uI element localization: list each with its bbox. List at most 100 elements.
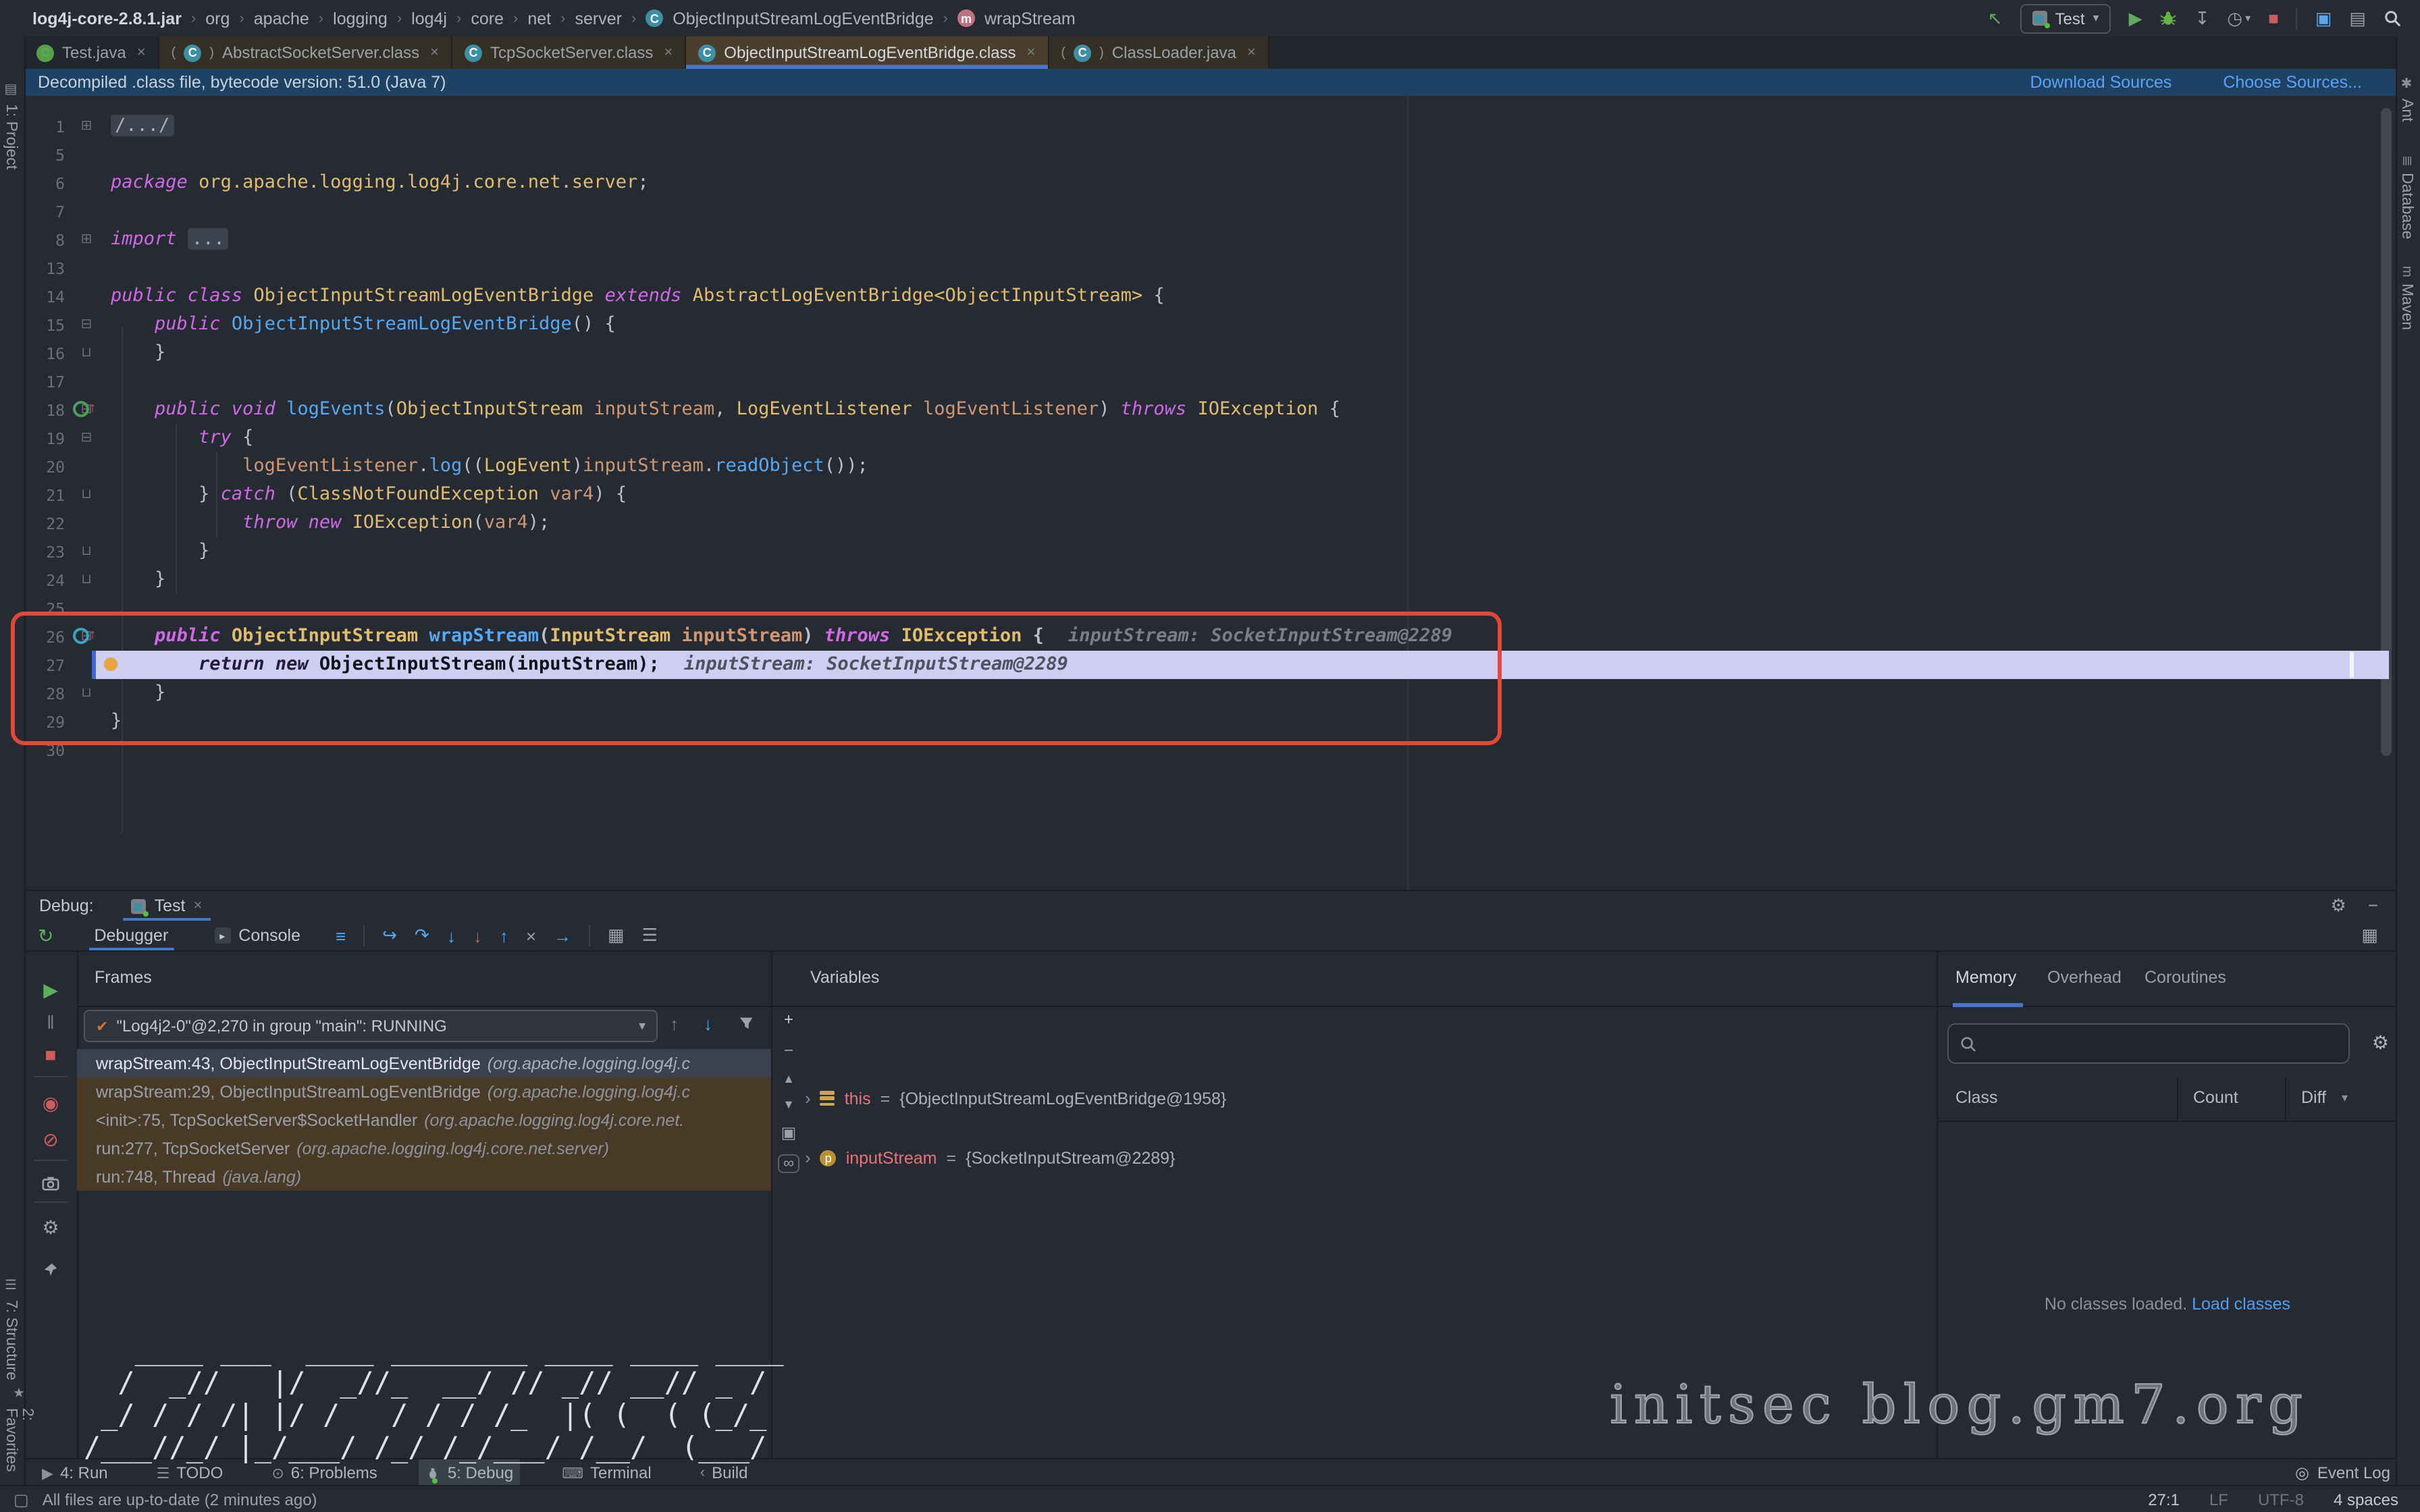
resume-icon[interactable]: ▶ bbox=[24, 980, 77, 999]
chevron-right-icon[interactable]: › bbox=[805, 1088, 811, 1108]
view-breakpoints-icon[interactable]: ◉ bbox=[24, 1094, 77, 1112]
close-icon[interactable]: × bbox=[1247, 45, 1256, 61]
toolwindow-item-todo[interactable]: ☰TODO bbox=[150, 1459, 230, 1486]
close-icon[interactable]: × bbox=[1027, 45, 1036, 61]
code-line[interactable]: 26⊟↑public ObjectInputStream wrapStream(… bbox=[24, 622, 2397, 651]
code-line[interactable]: 22throw new IOException(var4); bbox=[24, 509, 2397, 537]
settings-gear-icon[interactable]: ⚙ bbox=[2331, 895, 2346, 917]
code-line[interactable]: 8⊞import ... bbox=[24, 225, 2397, 254]
fold-icon[interactable]: ⊔ bbox=[76, 346, 97, 360]
breadcrumb-item[interactable]: org bbox=[205, 9, 230, 28]
debug-session-tab[interactable]: Test × bbox=[124, 891, 211, 921]
close-icon[interactable]: × bbox=[430, 45, 439, 61]
toolwindow-toggle-icon[interactable]: ▢ bbox=[14, 1490, 29, 1509]
column-class[interactable]: Class bbox=[1955, 1088, 1998, 1107]
breadcrumb-item[interactable]: server bbox=[575, 9, 621, 28]
step-out-icon[interactable]: ↑ bbox=[500, 925, 508, 946]
evaluate-expression-icon[interactable]: ▦ bbox=[608, 925, 625, 946]
tab-memory[interactable]: Memory bbox=[1955, 968, 2016, 987]
hide-panel-icon[interactable]: − bbox=[2368, 895, 2378, 917]
code-line[interactable]: 29} bbox=[24, 707, 2397, 736]
download-sources-link[interactable]: Download Sources bbox=[2030, 73, 2172, 92]
run-config-selector[interactable]: Test ▾ bbox=[2020, 3, 2111, 33]
show-watches-icon[interactable]: ∞ bbox=[778, 1154, 799, 1173]
move-watch-down-icon[interactable]: ▼ bbox=[783, 1098, 795, 1111]
code-line[interactable]: 18⊟↑public void logEvents(ObjectInputStr… bbox=[24, 396, 2397, 424]
next-frame-icon[interactable]: ↓ bbox=[704, 1014, 712, 1034]
thread-selector[interactable]: ✔ "Log4j2-0"@2,270 in group "main": RUNN… bbox=[84, 1010, 658, 1042]
pause-icon[interactable]: ‖ bbox=[24, 1013, 77, 1031]
code-line[interactable]: 5 bbox=[24, 140, 2397, 169]
code-line[interactable]: 16⊔} bbox=[24, 339, 2397, 367]
breadcrumb-item[interactable]: net bbox=[527, 9, 551, 28]
implementing-method-icon[interactable]: ↑ bbox=[73, 628, 96, 644]
file-encoding[interactable]: UTF-8 bbox=[2258, 1490, 2304, 1509]
add-watch-icon[interactable]: + bbox=[784, 1010, 793, 1029]
breadcrumb-class[interactable]: ObjectInputStreamLogEventBridge bbox=[673, 9, 933, 28]
force-step-into-icon[interactable]: ↓ bbox=[473, 925, 482, 946]
move-watch-up-icon[interactable]: ▲ bbox=[783, 1072, 795, 1085]
code-line[interactable]: 21⊔} catch (ClassNotFoundException var4)… bbox=[24, 481, 2397, 509]
rerun-icon[interactable]: ↻ bbox=[38, 924, 53, 947]
code-editor[interactable]: 1⊞/.../56package org.apache.logging.log4… bbox=[24, 96, 2397, 890]
sidebar-item-structure[interactable]: ☰7: Structure bbox=[3, 1278, 19, 1380]
restore-layout-icon[interactable]: ≡ bbox=[336, 925, 346, 946]
code-line[interactable]: 14public class ObjectInputStreamLogEvent… bbox=[24, 282, 2397, 310]
search-everywhere-icon[interactable] bbox=[2384, 9, 2401, 27]
sidebar-item-favorites[interactable]: ★2: Favorites bbox=[3, 1386, 35, 1485]
code-line[interactable]: 20logEventListener.log((LogEvent)inputSt… bbox=[24, 452, 2397, 481]
code-line[interactable]: 17 bbox=[24, 367, 2397, 396]
stack-frame-row[interactable]: wrapStream:43, ObjectInputStreamLogEvent… bbox=[77, 1049, 771, 1077]
editor-tab[interactable]: CObjectInputStreamLogEventBridge.class× bbox=[686, 36, 1049, 69]
indent-setting[interactable]: 4 spaces bbox=[2334, 1490, 2398, 1509]
intention-bulb-icon[interactable] bbox=[104, 657, 117, 671]
toolwindow-item-terminal[interactable]: ⌨Terminal bbox=[555, 1459, 658, 1486]
previous-frame-icon[interactable]: ↑ bbox=[670, 1014, 679, 1034]
code-line[interactable]: 28⊔} bbox=[24, 679, 2397, 707]
show-execution-point-icon[interactable]: ↪ bbox=[382, 925, 397, 946]
navigate-back-icon[interactable]: ↖ bbox=[1988, 9, 2003, 27]
thread-dump-camera-icon[interactable] bbox=[24, 1174, 77, 1192]
profiler-button[interactable]: ◷ ▾ bbox=[2227, 9, 2251, 27]
load-classes-link[interactable]: Load classes bbox=[2192, 1295, 2290, 1314]
stack-frame-row[interactable]: <init>:75, TcpSocketServer$SocketHandler… bbox=[77, 1106, 771, 1134]
run-with-coverage-icon[interactable]: ↧ bbox=[2195, 9, 2210, 27]
editor-tab[interactable]: (C)AbstractSocketServer.class× bbox=[159, 36, 452, 69]
breadcrumb-item[interactable]: core bbox=[471, 9, 504, 28]
chevron-right-icon[interactable]: › bbox=[805, 1148, 811, 1168]
stack-frame-row[interactable]: wrapStream:29, ObjectInputStreamLogEvent… bbox=[77, 1077, 771, 1106]
stop-button[interactable]: ■ bbox=[2268, 9, 2279, 27]
code-line[interactable]: 23⊔} bbox=[24, 537, 2397, 566]
memory-search-input[interactable] bbox=[1947, 1023, 2350, 1064]
fold-icon[interactable]: ⊟ bbox=[76, 317, 97, 332]
code-line[interactable]: 19⊟try { bbox=[24, 424, 2397, 452]
code-line[interactable]: 30 bbox=[24, 736, 2397, 764]
tab-console[interactable]: ▸ Console bbox=[209, 921, 306, 950]
memory-settings-gear-icon[interactable]: ⚙ bbox=[2372, 1031, 2389, 1054]
mute-breakpoints-icon[interactable]: ⊘ bbox=[24, 1130, 77, 1149]
fold-icon[interactable]: ⊔ bbox=[76, 572, 97, 587]
close-icon[interactable]: × bbox=[194, 898, 203, 914]
fold-icon[interactable]: ⊞ bbox=[76, 232, 97, 247]
fold-icon[interactable]: ⊞ bbox=[76, 119, 97, 134]
tab-coroutines[interactable]: Coroutines bbox=[2145, 968, 2226, 987]
layout-settings-icon[interactable]: ▦ bbox=[2361, 925, 2397, 946]
toolwindow-item-run[interactable]: ▶4: Run bbox=[35, 1459, 115, 1486]
variable-row[interactable]: ›this = {ObjectInputStreamLogEventBridge… bbox=[805, 1088, 1226, 1108]
code-line[interactable]: 25 bbox=[24, 594, 2397, 622]
sidebar-item-database[interactable]: ≣Database bbox=[2398, 155, 2415, 240]
run-anything-icon[interactable]: ▤ bbox=[2349, 9, 2366, 27]
breadcrumb-jar[interactable]: log4j-core-2.8.1.jar bbox=[32, 9, 182, 28]
debug-button[interactable] bbox=[2160, 9, 2178, 27]
close-icon[interactable]: × bbox=[137, 45, 146, 61]
fold-icon[interactable]: ⊔ bbox=[76, 686, 97, 701]
variable-row[interactable]: ›pinputStream = {SocketInputStream@2289} bbox=[805, 1148, 1175, 1168]
breadcrumb-item[interactable]: logging bbox=[333, 9, 388, 28]
toolwindow-item-debug[interactable]: 5: Debug bbox=[419, 1459, 520, 1486]
caret-position[interactable]: 27:1 bbox=[2148, 1490, 2180, 1509]
tab-overhead[interactable]: Overhead bbox=[2047, 968, 2122, 987]
fold-icon[interactable]: ⊔ bbox=[76, 487, 97, 502]
debug-settings-gear-icon[interactable]: ⚙ bbox=[24, 1218, 77, 1237]
code-line[interactable]: 13 bbox=[24, 254, 2397, 282]
editor-tab[interactable]: (C)ClassLoader.java× bbox=[1049, 36, 1269, 69]
